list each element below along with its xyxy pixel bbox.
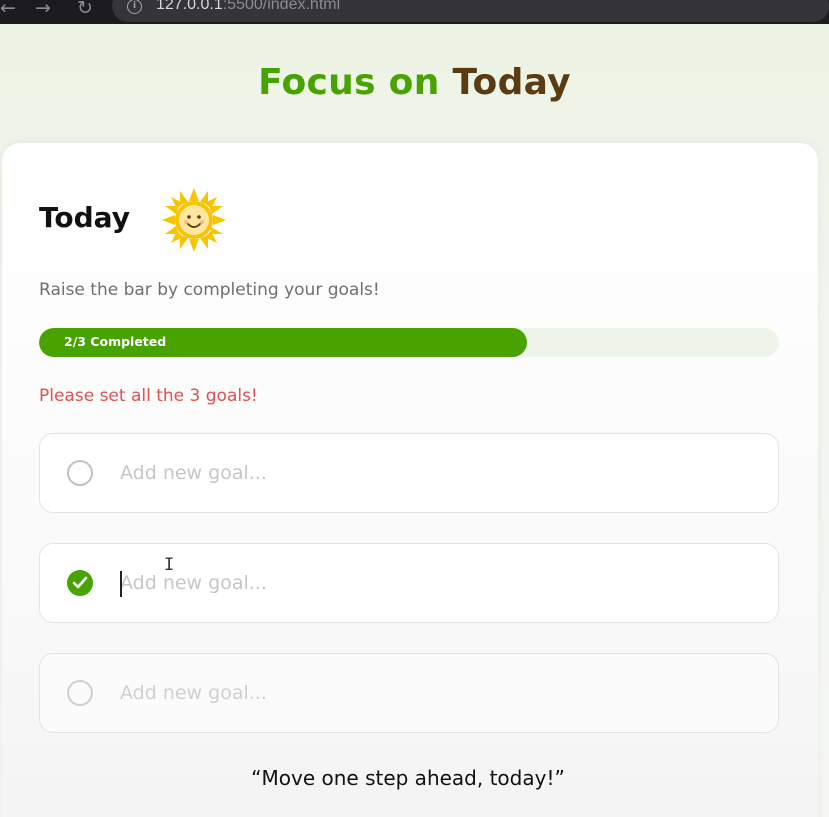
app-title-accent: Focus on [258,62,440,103]
goals-card: Today Raise the bar by completing your g… [2,143,818,817]
back-arrow-icon[interactable]: ← [0,0,16,19]
sun-icon [162,188,226,252]
url-host: 127.0.0.1 [156,0,223,13]
app-title: Focus on Today [0,62,829,103]
progress-label: 2/3 Completed [64,334,167,349]
forward-arrow-icon[interactable]: → [35,0,51,19]
goal-input[interactable] [120,562,740,604]
card-subtitle: Raise the bar by completing your goals! [39,280,380,300]
goal-checkbox[interactable] [67,680,93,706]
goal-checkbox[interactable] [67,460,93,486]
url-path: :5500/index.html [222,0,341,13]
goal-checkbox[interactable] [67,570,93,596]
goal-item [39,653,779,733]
progress-fill: 2/3 Completed [39,328,528,357]
goal-input[interactable] [120,452,740,494]
goal-input[interactable] [120,672,740,714]
goal-item [39,433,779,513]
reload-icon[interactable]: ↻ [77,0,93,19]
browser-toolbar: ← → ↻ i 127.0.0.1:5500/index.html [0,0,829,24]
check-icon [72,576,88,589]
progress-bar: 2/3 Completed [39,328,779,357]
text-caret [120,571,122,597]
error-message: Please set all the 3 goals! [39,386,258,406]
card-title: Today [39,201,130,234]
goal-item: I [39,543,779,623]
text-cursor-icon: I [164,555,175,575]
motivational-quote: “Move one step ahead, today!” [251,766,565,790]
app-title-rest: Today [452,62,571,103]
url-text[interactable]: 127.0.0.1:5500/index.html [156,0,340,14]
